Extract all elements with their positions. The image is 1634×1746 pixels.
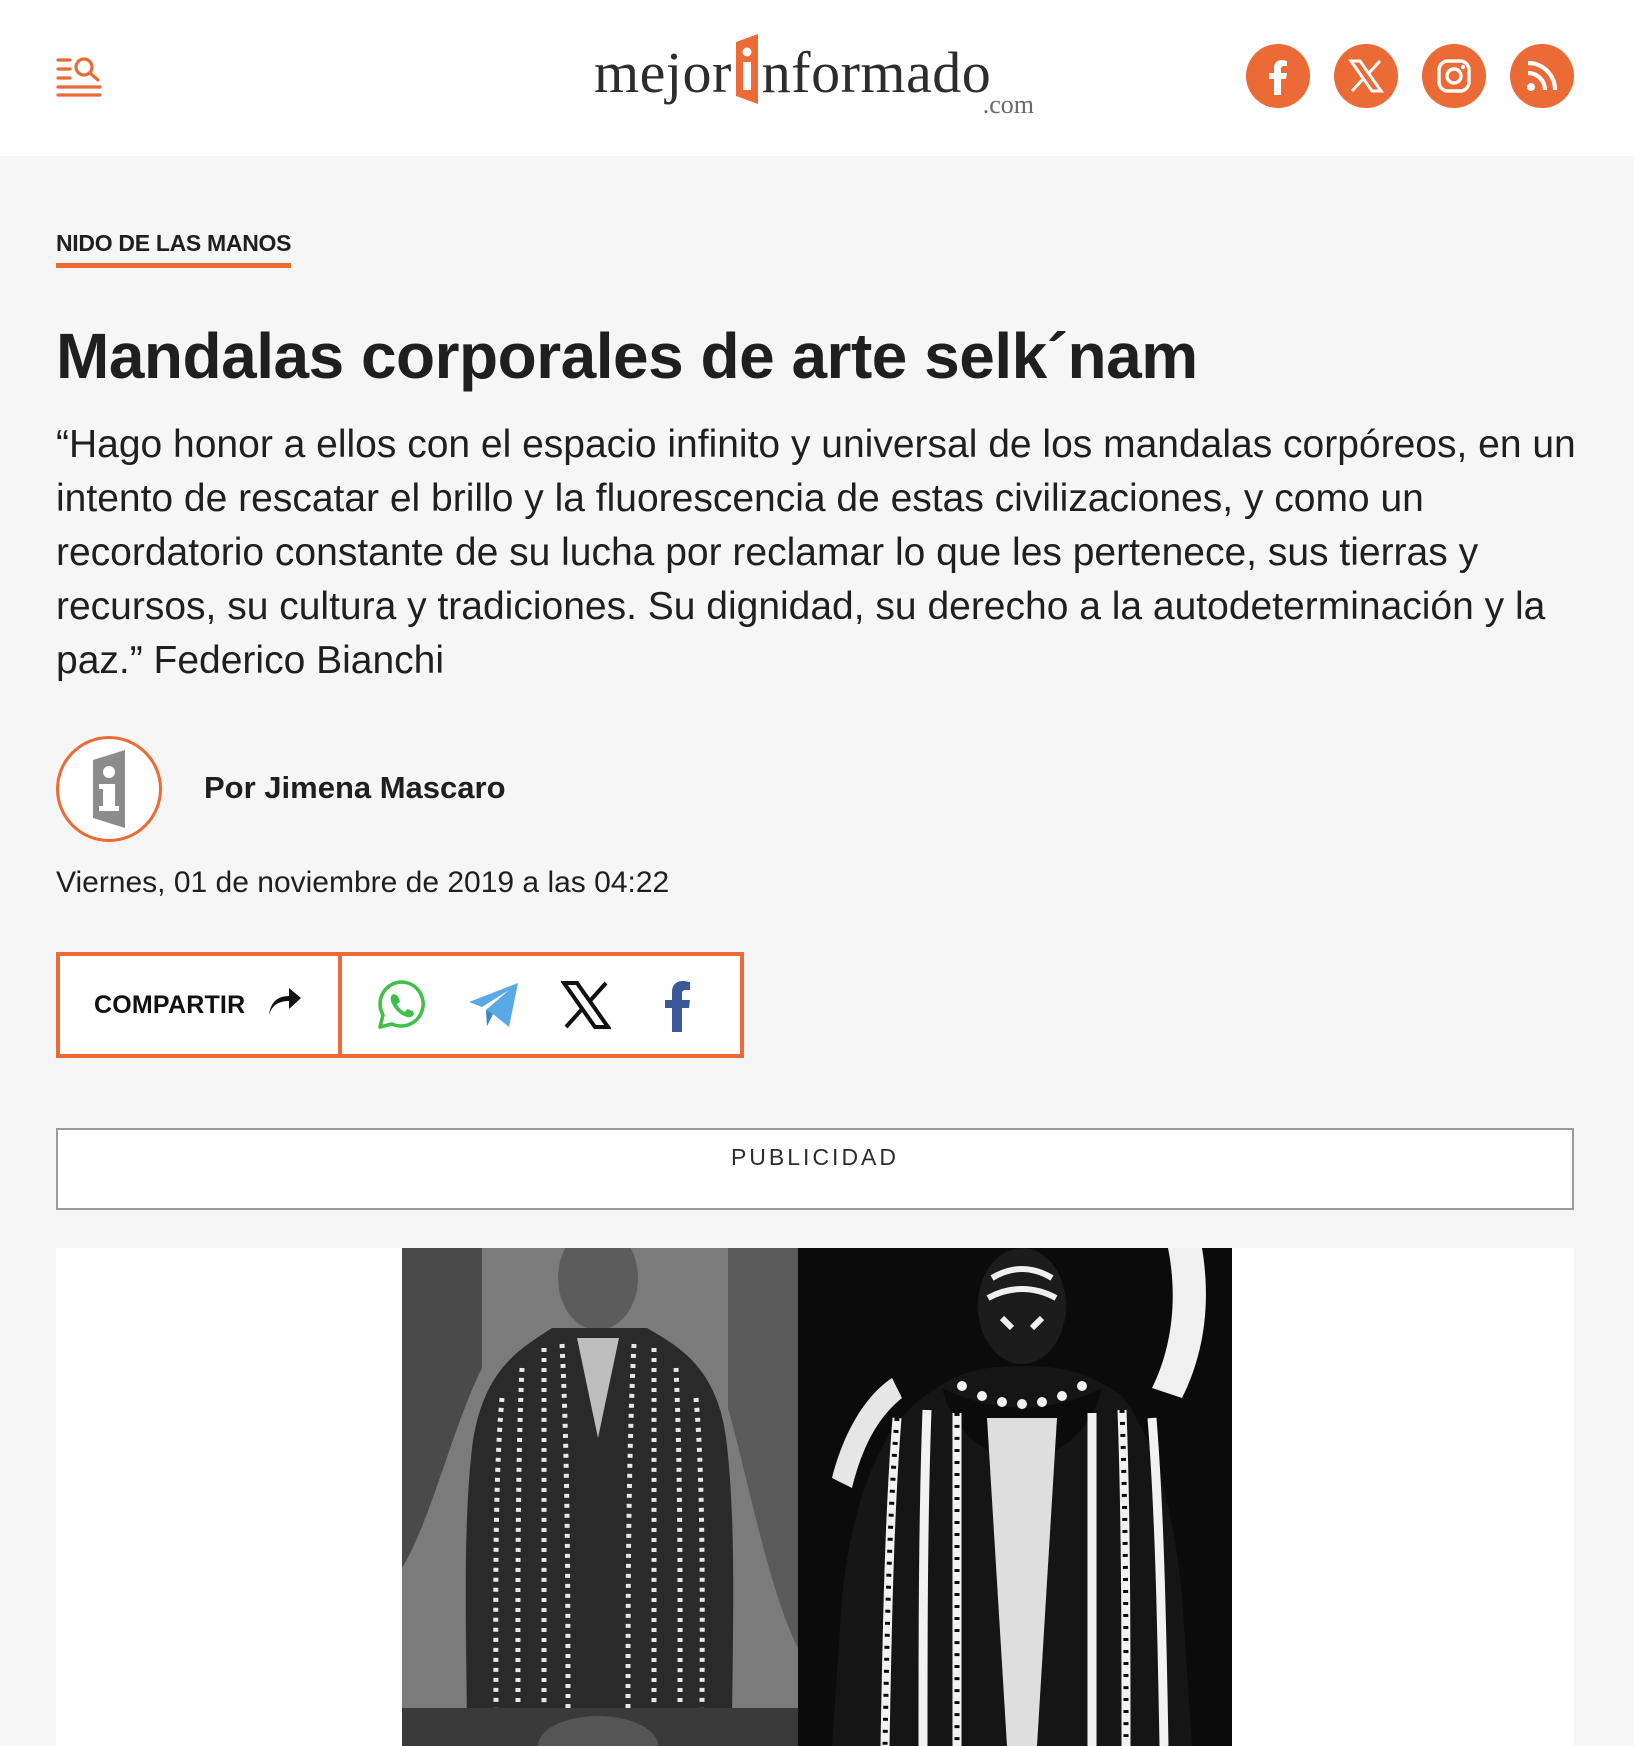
logo-i-mark [734,34,760,104]
facebook-icon[interactable] [1246,44,1310,108]
article-title: Mandalas corporales de arte selk´nam [56,320,1198,392]
instagram-icon[interactable] [1422,44,1486,108]
author-avatar[interactable] [56,736,162,842]
x-icon[interactable] [1334,44,1398,108]
share-button[interactable]: COMPARTIR [60,956,342,1054]
site-logo[interactable]: mejor nformado .com [594,28,1044,120]
share-label: COMPARTIR [94,990,246,1019]
rss-icon[interactable] [1510,44,1574,108]
logo-text-right: nformado [761,40,992,105]
whatsapp-icon[interactable] [372,975,432,1035]
logo-wordmark: mejor nformado [594,34,991,106]
logo-domain: .com [982,90,1034,119]
article-lead: “Hago honor a ellos con el espacio infin… [56,423,1576,682]
share-bar: COMPARTIR [56,952,744,1058]
ad-label: PUBLICIDAD [730,1144,900,1170]
facebook-icon[interactable] [648,975,708,1035]
site-header: mejor nformado .com [0,0,1634,156]
telegram-icon[interactable] [464,975,524,1035]
article-image-container [56,1248,1574,1746]
share-arrow-icon [267,987,303,1023]
author-name[interactable]: Por Jimena Mascaro [204,770,506,806]
publish-date: Viernes, 01 de noviembre de 2019 a las 0… [56,866,670,899]
ad-slot: PUBLICIDAD [56,1128,1574,1210]
logo-text-left: mejor [594,40,732,105]
menu-search-icon[interactable] [56,54,104,98]
x-icon[interactable] [556,975,616,1035]
section-tag[interactable]: NIDO DE LAS MANOS [56,230,291,268]
article-image[interactable] [402,1248,1232,1746]
logo-i-mark [93,750,125,828]
share-icons [342,956,740,1054]
